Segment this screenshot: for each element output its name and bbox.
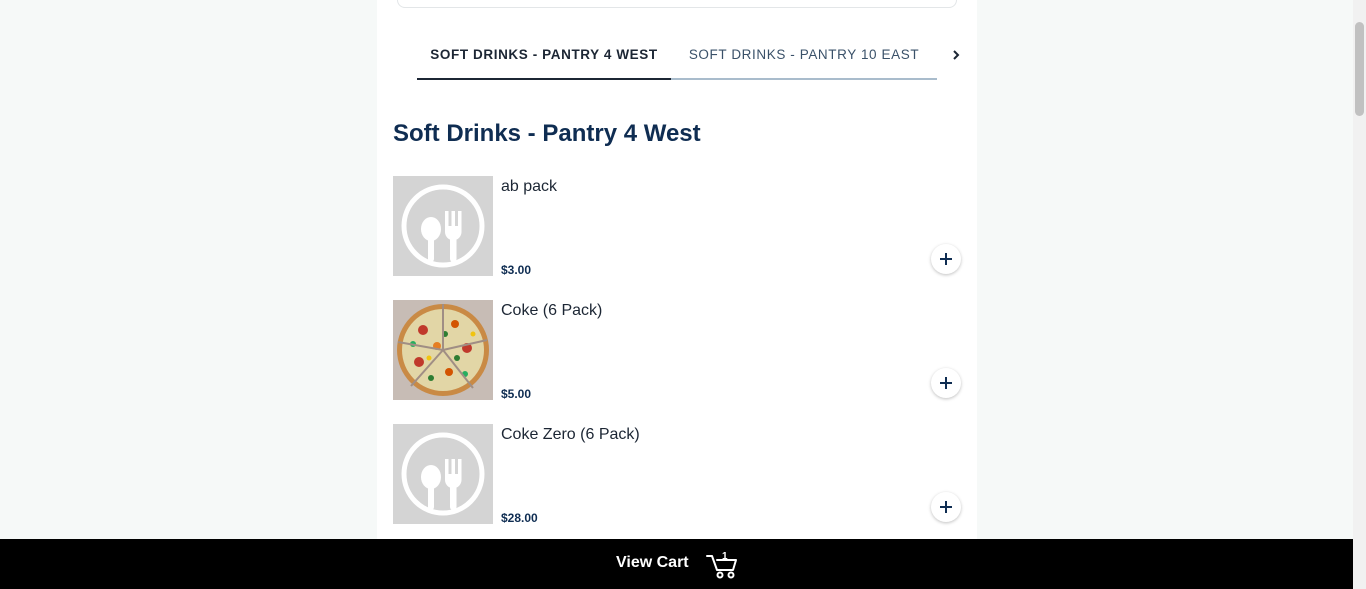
add-item-button[interactable]	[931, 368, 961, 398]
item-name: ab pack	[501, 178, 558, 195]
menu-item[interactable]: Coke Zero (6 Pack) $28.00	[393, 424, 961, 525]
menu-item[interactable]: ab pack $3.00	[393, 176, 961, 277]
item-image	[393, 424, 493, 524]
view-cart-button[interactable]: View Cart	[0, 539, 1353, 589]
item-name: Coke Zero (6 Pack)	[501, 426, 640, 443]
item-price: $3.00	[501, 263, 532, 277]
tabs-next-button[interactable]	[949, 46, 963, 64]
item-price: $5.00	[501, 387, 532, 401]
item-image	[393, 176, 493, 276]
page-scrollbar[interactable]	[1353, 0, 1366, 589]
plus-icon	[940, 377, 952, 389]
category-tabs: SOFT DRINKS - PANTRY 4 WEST SOFT DRINKS …	[417, 30, 937, 80]
item-name: Coke (6 Pack)	[501, 302, 603, 319]
add-item-button[interactable]	[931, 244, 961, 274]
add-item-button[interactable]	[931, 492, 961, 522]
view-cart-label: View Cart	[616, 554, 689, 571]
section-title: Soft Drinks - Pantry 4 West	[393, 120, 701, 147]
tab-soft-drinks-pantry-10-east[interactable]: SOFT DRINKS - PANTRY 10 EAST	[671, 30, 937, 80]
item-image	[393, 300, 493, 400]
pizza-photo	[393, 300, 493, 400]
search-box[interactable]	[397, 0, 957, 8]
plus-icon	[940, 253, 952, 265]
placeholder-plate-icon	[401, 184, 485, 268]
tab-soft-drinks-pantry-4-west[interactable]: SOFT DRINKS - PANTRY 4 WEST	[417, 30, 671, 80]
scrollbar-thumb[interactable]	[1355, 22, 1364, 116]
plus-icon	[940, 501, 952, 513]
chevron-right-icon	[953, 50, 960, 60]
placeholder-plate-icon	[401, 432, 485, 516]
menu-panel: SOFT DRINKS - PANTRY 4 WEST SOFT DRINKS …	[377, 0, 977, 589]
menu-item[interactable]: Coke (6 Pack) $5.00	[393, 300, 961, 401]
cart-count-badge: 1	[722, 551, 728, 562]
item-price: $28.00	[501, 511, 538, 525]
